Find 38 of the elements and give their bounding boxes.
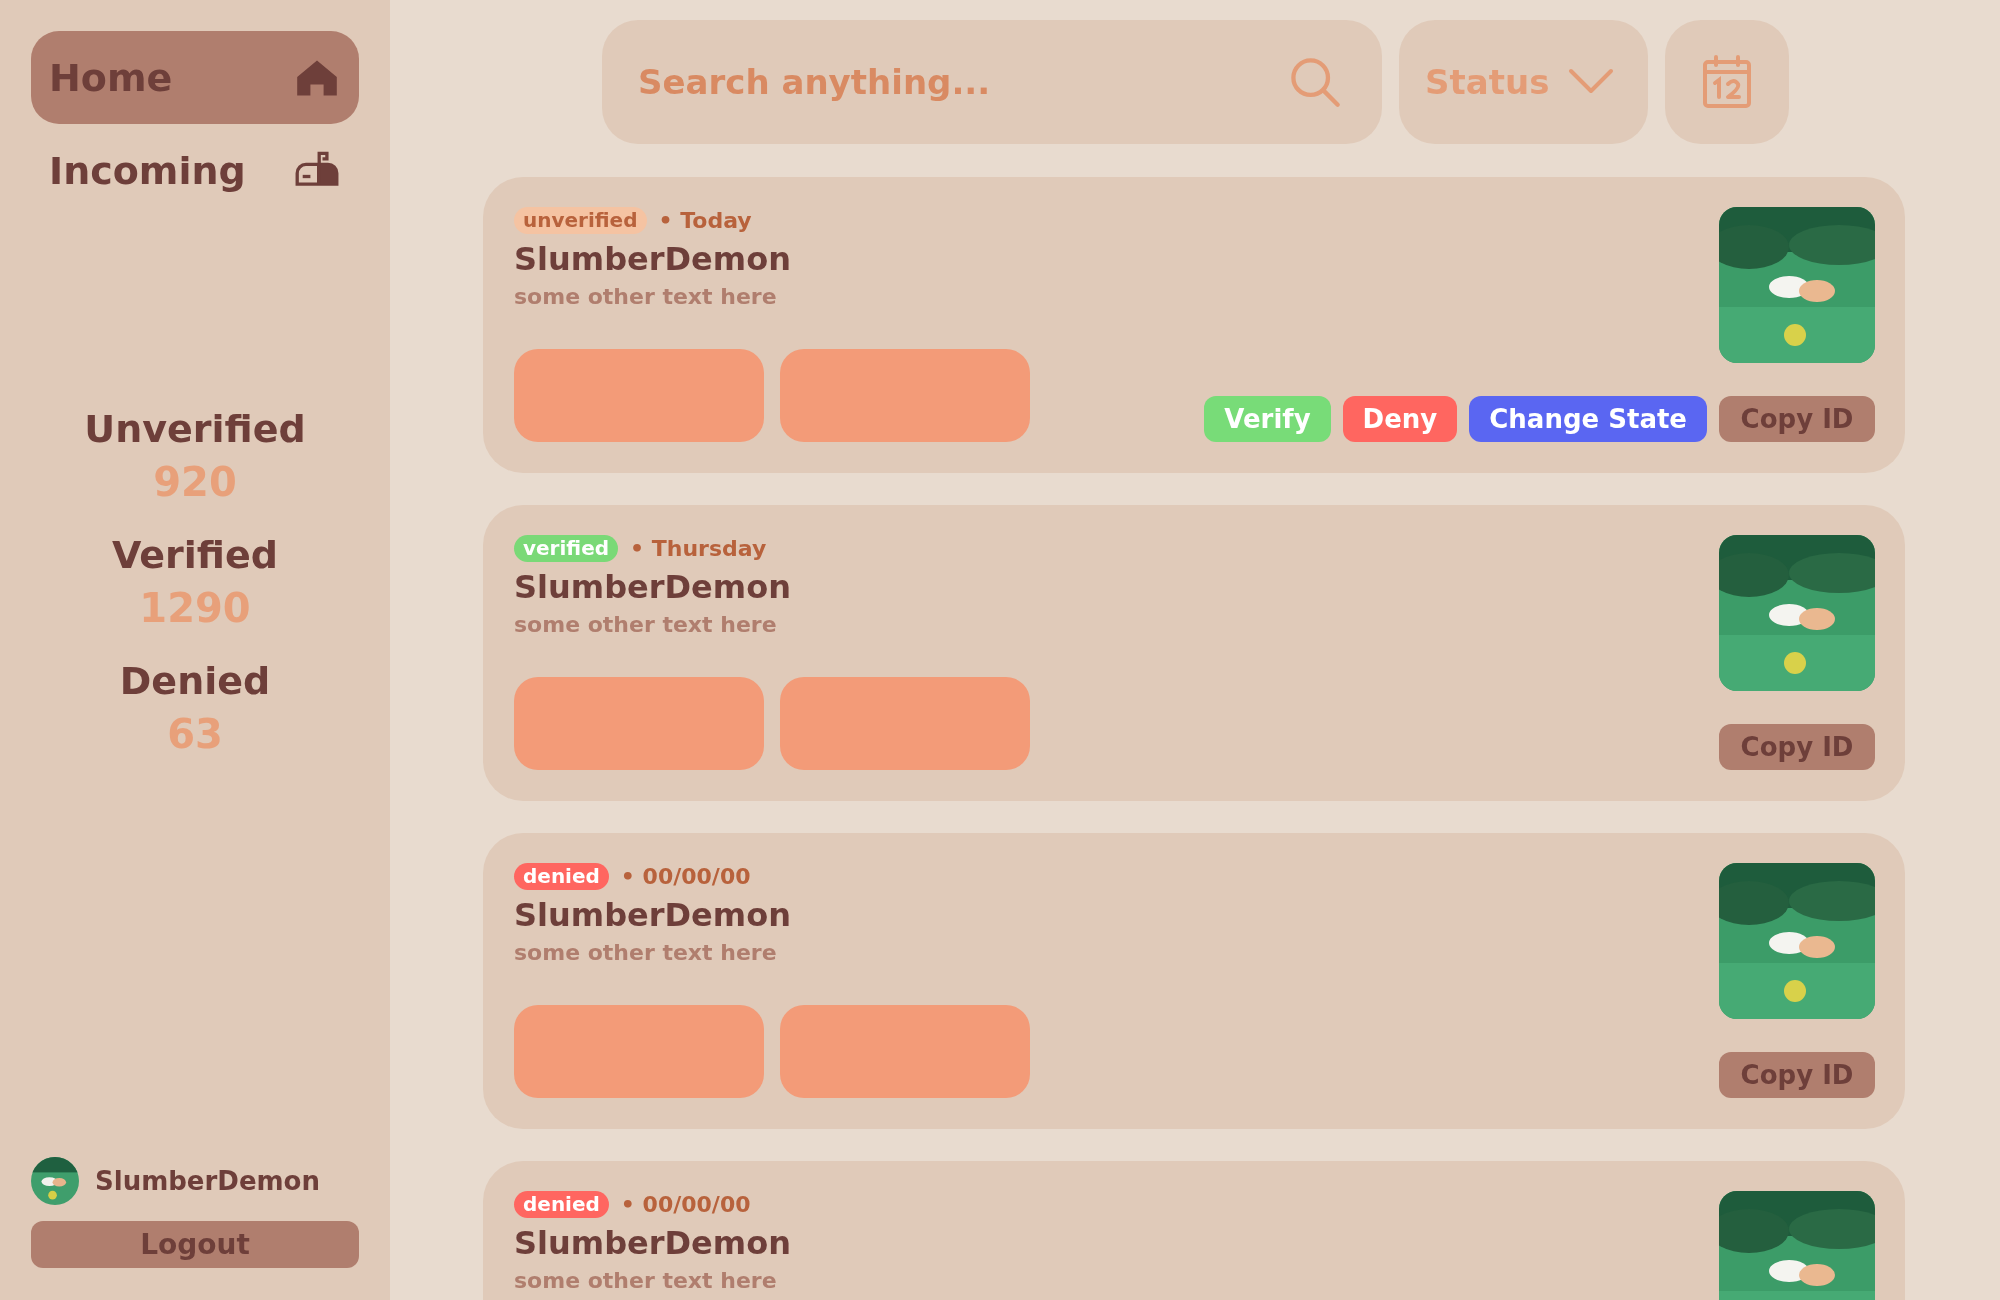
card-subtitle: some other text here (514, 284, 777, 309)
copy-id-button[interactable]: Copy ID (1719, 724, 1875, 770)
chevron-icon (1568, 68, 1614, 96)
copy-id-button[interactable]: Copy ID (1719, 1052, 1875, 1098)
card-title: SlumberDemon (514, 568, 791, 606)
calendar-icon (1702, 55, 1752, 109)
stat-label: Denied (119, 659, 271, 703)
stat-label: Unverified (84, 407, 306, 451)
stat-value: 920 (153, 459, 237, 505)
copy-id-button[interactable]: Copy ID (1719, 396, 1875, 442)
status-badge: verified (514, 535, 619, 562)
card-subtitle: some other text here (514, 940, 777, 965)
date-label: • Thursday (630, 536, 767, 561)
status-badge: unverified (514, 207, 647, 234)
user-name: SlumberDemon (95, 1166, 320, 1196)
search-field[interactable]: Search anything... (602, 20, 1382, 144)
status-dropdown[interactable]: Status (1399, 20, 1648, 144)
nav-item[interactable]: Incoming (31, 124, 359, 217)
nav-item[interactable]: Home (31, 31, 359, 124)
status-badge: denied (514, 1191, 609, 1218)
card-subtitle: some other text here (514, 1268, 777, 1293)
stat-value: 63 (167, 711, 223, 757)
search-icon (1288, 55, 1342, 109)
card-subtitle: some other text here (514, 612, 777, 637)
card-title: SlumberDemon (514, 240, 791, 278)
date-label: • 00/00/00 (620, 1192, 751, 1217)
change-button[interactable]: Change State (1469, 396, 1707, 442)
logout-button[interactable]: Logout (31, 1221, 359, 1268)
deny-button[interactable]: Deny (1342, 396, 1458, 442)
verify-button[interactable]: Verify (1204, 396, 1331, 442)
date-label: • Today (658, 208, 752, 233)
stat-value: 1290 (139, 585, 251, 631)
date-label: • 00/00/00 (620, 864, 751, 889)
stat-label: Verified (112, 533, 278, 577)
card-title: SlumberDemon (514, 896, 791, 934)
calendar-button[interactable] (1665, 20, 1789, 144)
status-badge: denied (514, 863, 609, 890)
card-title: SlumberDemon (514, 1224, 791, 1262)
